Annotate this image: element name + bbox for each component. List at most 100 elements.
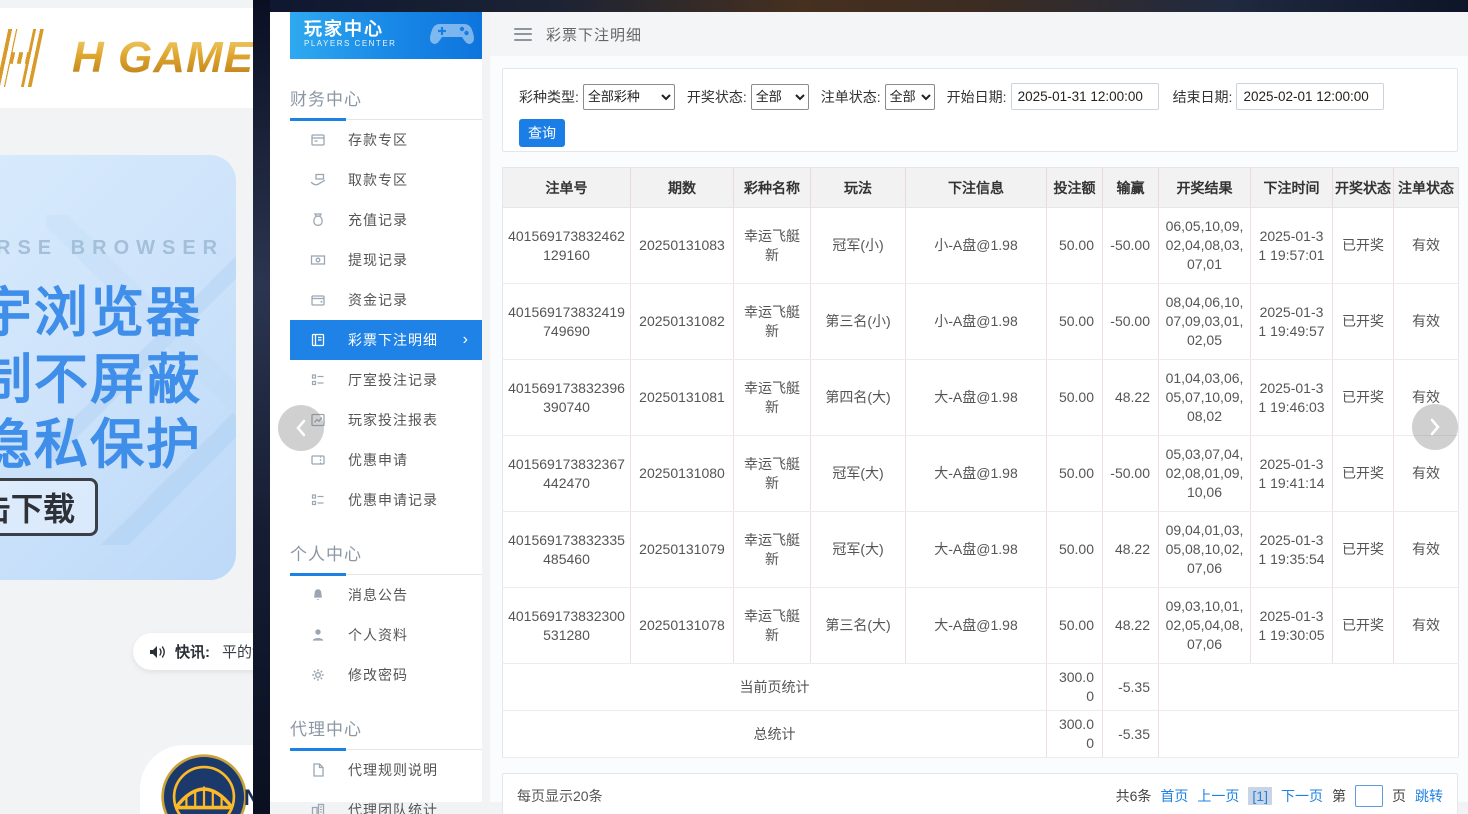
sidebar-item-label: 取款专区 [348,170,408,190]
news-card: N [140,745,255,814]
table-cell: 小-A盘@1.98 [906,284,1047,360]
sidebar-item-message-announcements[interactable]: 消息公告 [290,575,482,615]
site-logo[interactable]: H GAME [2,29,254,87]
hamburger-menu-icon[interactable] [514,28,532,41]
chevron-right-icon [1428,418,1442,436]
download-button[interactable]: 击下载 [0,478,98,536]
ticker-label: 快讯: [175,641,210,662]
table-cell: 已开奖 [1333,512,1394,588]
news-ticker[interactable]: 快讯: 平的博 [133,633,255,670]
column-header: 开奖结果 [1159,168,1251,208]
sidebar-item-label: 消息公告 [348,585,408,605]
draw-status-label: 开奖状态: [687,87,747,107]
total-count-text: 共6条 [1116,786,1152,806]
sidebar-item-promo-apply[interactable]: 优惠申请 [290,440,482,480]
prev-page-link[interactable]: 上一页 [1197,786,1239,806]
banner-line-3: 隐私保护 [0,400,202,479]
sidebar-item-label: 彩票下注明细 [348,330,438,350]
sidebar-item-deposit-zone[interactable]: 存款专区 [290,120,482,160]
page-summary-bet: 300.00 [1047,664,1103,711]
sidebar-item-hall-bet-records[interactable]: 厅室投注记录 [290,360,482,400]
start-date-input[interactable] [1011,83,1159,110]
sidebar-item-recharge-records[interactable]: 充值记录 [290,200,482,240]
carousel-next-button[interactable] [1412,404,1458,450]
next-page-link[interactable]: 下一页 [1281,786,1323,806]
table-cell: 幸运飞艇新 [734,588,811,664]
table-cell: 20250131083 [631,208,734,284]
table-cell: 冠军(大) [811,512,906,588]
table-cell: 已开奖 [1333,284,1394,360]
table-cell: 第三名(大) [811,588,906,664]
table-cell: 幸运飞艇新 [734,360,811,436]
table-cell: 2025-01-31 19:46:03 [1251,360,1333,436]
table-cell: 06,05,10,09,02,04,08,03,07,01 [1159,208,1251,284]
sidebar-item-agent-rules[interactable]: 代理规则说明 [290,750,482,790]
table-cell: 401569173832300531280 [503,588,631,664]
lottery-type-select[interactable]: 全部彩种 [583,84,675,110]
table-cell: 20250131078 [631,588,734,664]
site-header: H GAME [0,8,255,108]
search-button[interactable]: 查询 [519,119,565,147]
table-cell: 第三名(小) [811,284,906,360]
table-cell: -50.00 [1103,436,1159,512]
chevron-left-icon [294,419,308,437]
page-title: 彩票下注明细 [546,24,642,45]
end-date-input[interactable] [1236,83,1384,110]
carousel-prev-button[interactable] [278,405,324,451]
sidebar-item-label: 提现记录 [348,250,408,270]
sidebar-item-label: 玩家投注报表 [348,410,438,430]
ledger-icon [310,332,326,348]
underlying-site: H GAME RSE BROWSER 宇浏览器 制不屏蔽 隐私保护 击下载 快讯… [0,0,255,814]
header-row: 注单号期数彩种名称玩法下注信息投注额输赢开奖结果下注时间开奖状态注单状态 [503,168,1459,208]
table-cell: 401569173832367442470 [503,436,631,512]
bets-table-head: 注单号期数彩种名称玩法下注信息投注额输赢开奖结果下注时间开奖状态注单状态 [503,168,1459,208]
table-cell: 大-A盘@1.98 [906,360,1047,436]
table-cell: 50.00 [1047,588,1103,664]
sidebar-item-promo-apply-records[interactable]: 优惠申请记录 [290,480,482,520]
sidebar-item-label: 修改密码 [348,665,408,685]
jump-page-input[interactable] [1355,785,1383,807]
sidebar-item-lottery-bet-details[interactable]: 彩票下注明细› [290,320,482,360]
player-center-panel: 玩家中心 PLAYERS CENTER 财务中心存款专区取款专区充值记录提现记录… [270,12,1468,814]
lottery-type-label: 彩种类型: [519,87,579,107]
table-cell: 小-A盘@1.98 [906,208,1047,284]
gear-icon [310,667,326,683]
jump-button[interactable]: 跳转 [1415,786,1443,806]
first-page-link[interactable]: 首页 [1160,786,1188,806]
backdrop-top-strip [253,0,1468,12]
wallet-icon [310,292,326,308]
table-cell: 2025-01-31 19:30:05 [1251,588,1333,664]
sidebar-item-change-password[interactable]: 修改密码 [290,655,482,695]
document-icon [310,762,326,778]
table-row: 40156917383241974969020250131082幸运飞艇新第三名… [503,284,1459,360]
sidebar-item-fund-records[interactable]: 资金记录 [290,280,482,320]
table-row: 40156917383230053128020250131078幸运飞艇新第三名… [503,588,1459,664]
sidebar-item-agent-team-stats[interactable]: 代理团队统计 [290,790,482,814]
sidebar-item-withdraw-zone[interactable]: 取款专区 [290,160,482,200]
table-cell: 2025-01-31 19:49:57 [1251,284,1333,360]
sidebar-item-withdraw-records[interactable]: 提现记录 [290,240,482,280]
column-header: 玩法 [811,168,906,208]
table-cell: 20250131082 [631,284,734,360]
table-cell: 50.00 [1047,284,1103,360]
table-cell: 09,03,10,01,02,05,04,08,07,06 [1159,588,1251,664]
table-cell: 已开奖 [1333,208,1394,284]
sidebar-item-label: 充值记录 [348,210,408,230]
table-cell: 幸运飞艇新 [734,208,811,284]
table-cell: 已开奖 [1333,588,1394,664]
user-icon [310,627,326,643]
table-cell: 05,03,07,04,02,08,01,09,10,06 [1159,436,1251,512]
order-status-select[interactable]: 全部 [885,84,935,110]
table-cell: 有效 [1394,512,1459,588]
table-cell: 50.00 [1047,208,1103,284]
draw-status-select[interactable]: 全部 [751,84,809,110]
browser-ad-banner[interactable]: RSE BROWSER 宇浏览器 制不屏蔽 隐私保护 击下载 [0,155,236,580]
site-logo-text: H GAME [72,33,254,83]
sidebar-item-profile[interactable]: 个人资料 [290,615,482,655]
jump-suffix-label: 页 [1392,786,1406,806]
column-header: 期数 [631,168,734,208]
bets-table-body: 40156917383246212916020250131083幸运飞艇新冠军(… [503,208,1459,664]
sidebar-item-label: 优惠申请 [348,450,408,470]
content-area: 彩票下注明细 彩种类型: 全部彩种 开奖状态: 全部 注单状态: 全部 [490,12,1468,802]
sidebar-item-label: 存款专区 [348,130,408,150]
